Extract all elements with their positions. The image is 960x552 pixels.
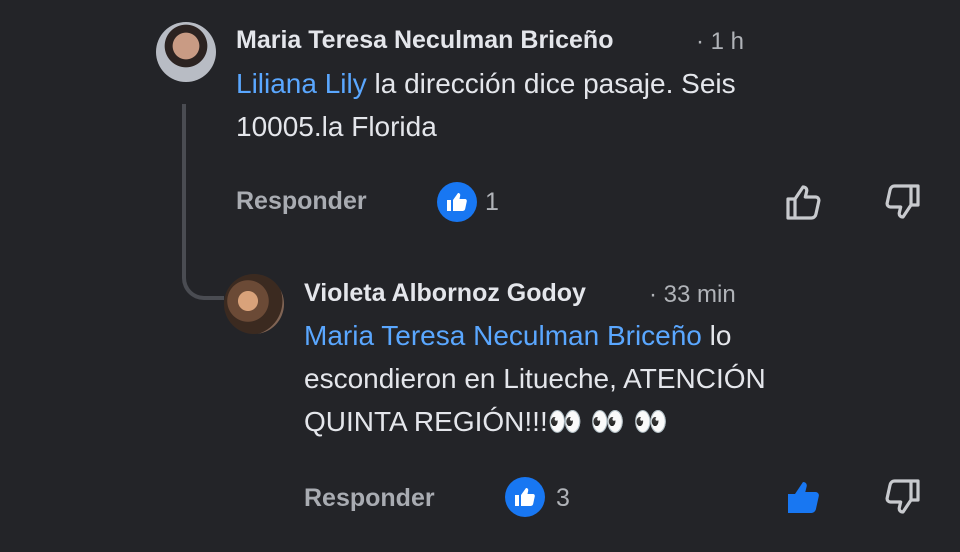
like-reaction-badge[interactable] <box>505 477 545 517</box>
thumbs-up-outline-icon[interactable] <box>783 181 825 223</box>
like-count: 3 <box>556 484 570 512</box>
comment-author[interactable]: Maria Teresa Neculman Briceño <box>236 26 613 55</box>
thumbs-up-icon <box>515 488 535 506</box>
mention-link[interactable]: Maria Teresa Neculman Briceño <box>304 320 702 351</box>
reply-button[interactable]: Responder <box>236 187 367 216</box>
reply-author[interactable]: Violeta Albornoz Godoy <box>304 279 586 308</box>
thread-connector <box>182 104 224 300</box>
thumbs-down-outline-icon[interactable] <box>881 476 923 518</box>
thumbs-down-outline-icon[interactable] <box>881 181 923 223</box>
reply-button[interactable]: Responder <box>304 484 435 513</box>
reply-text: Maria Teresa Neculman Briceño lo escondi… <box>304 320 766 437</box>
comment-time[interactable]: · 1 h <box>696 28 744 56</box>
avatar[interactable] <box>156 22 216 82</box>
like-count: 1 <box>485 188 499 216</box>
comment-text: Liliana Lily la dirección dice pasaje. S… <box>236 68 736 142</box>
reply-time[interactable]: · 33 min <box>649 281 736 309</box>
thumbs-up-icon <box>447 193 467 211</box>
avatar[interactable] <box>224 274 284 334</box>
mention-link[interactable]: Liliana Lily <box>236 68 367 99</box>
thumbs-up-filled-icon[interactable] <box>783 476 825 518</box>
like-reaction-badge[interactable] <box>437 182 477 222</box>
